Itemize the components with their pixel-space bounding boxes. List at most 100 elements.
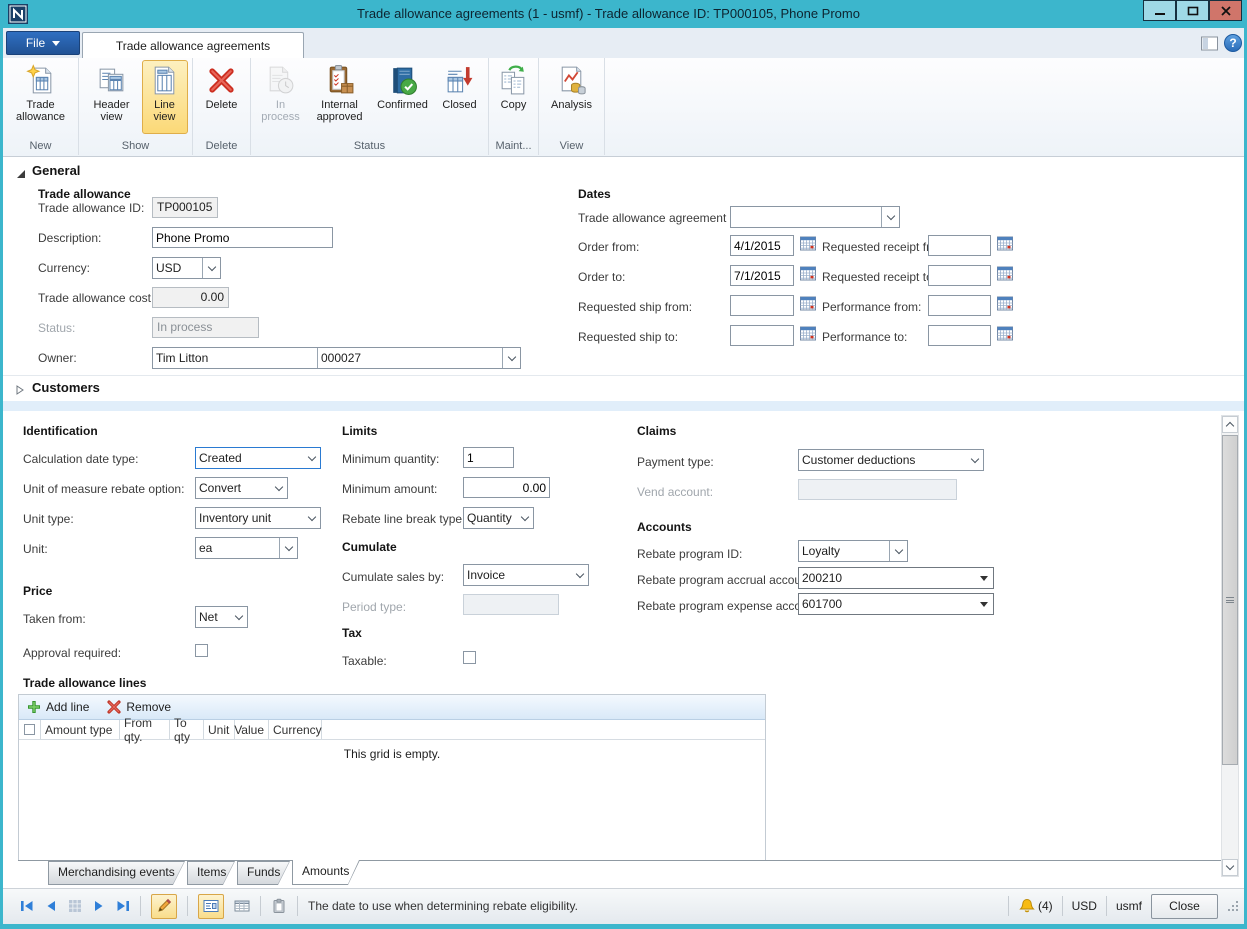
chevron-down-icon[interactable]	[503, 348, 520, 368]
requested-receipt-to-input[interactable]	[928, 265, 991, 286]
agreement-period-select[interactable]	[730, 206, 900, 228]
previous-record-button[interactable]	[44, 899, 58, 913]
line-view-button[interactable]: Line view	[142, 60, 188, 134]
layout-panes-button[interactable]	[1201, 36, 1218, 54]
chevron-down-icon[interactable]	[280, 538, 297, 558]
closed-button[interactable]: Closed	[435, 60, 485, 134]
cumulate-sales-by-select[interactable]: Invoice	[463, 564, 589, 586]
rebate-expense-account-select[interactable]: 601700	[798, 593, 994, 615]
order-from-calendar-icon[interactable]	[800, 236, 817, 252]
minimum-amount-input[interactable]	[463, 477, 550, 498]
requested-receipt-from-input[interactable]	[928, 235, 991, 256]
owner-select[interactable]: Tim Litton 000027	[152, 347, 521, 369]
rebate-line-break-type-select[interactable]: Quantity	[463, 507, 534, 529]
chevron-down-icon[interactable]	[882, 207, 899, 227]
last-record-button[interactable]	[116, 899, 130, 913]
requested-ship-to-input[interactable]	[730, 325, 794, 346]
select-all-checkbox[interactable]	[24, 724, 35, 735]
uom-rebate-option-select[interactable]: Convert	[195, 477, 288, 499]
general-expand-toggle[interactable]	[16, 168, 26, 182]
close-window-button[interactable]	[1209, 0, 1242, 21]
vertical-scrollbar[interactable]	[1221, 415, 1239, 877]
unit-type-select[interactable]: Inventory unit	[195, 507, 321, 529]
general-section-title[interactable]: General	[32, 163, 80, 178]
notifications-bell-button[interactable]: (4)	[1018, 898, 1053, 914]
payment-type-select[interactable]: Customer deductions	[798, 449, 984, 471]
requested-ship-from-calendar-icon[interactable]	[800, 296, 817, 312]
taken-from-select[interactable]: Net	[195, 606, 248, 628]
form-view-button[interactable]	[198, 894, 224, 919]
column-header-to-qty[interactable]: To qty	[170, 720, 204, 739]
calculation-date-type-select[interactable]: Created	[195, 447, 321, 469]
approval-required-checkbox[interactable]	[195, 644, 208, 657]
chevron-down-icon[interactable]	[890, 541, 907, 561]
customers-section-title[interactable]: Customers	[32, 380, 100, 395]
remove-line-button[interactable]: Remove	[107, 700, 171, 714]
currency-select[interactable]: USD	[152, 257, 221, 279]
records-grid-button[interactable]	[68, 899, 82, 913]
chevron-down-icon[interactable]	[516, 508, 533, 528]
grid-view-button[interactable]	[234, 898, 250, 914]
performance-to-calendar-icon[interactable]	[997, 326, 1014, 342]
chevron-down-icon[interactable]	[303, 448, 320, 468]
order-to-calendar-icon[interactable]	[800, 266, 817, 282]
scrollbar-thumb[interactable]	[1222, 435, 1238, 765]
ribbon-group-label: Delete	[193, 140, 250, 152]
customers-expand-toggle[interactable]	[16, 384, 24, 398]
scroll-down-button[interactable]	[1222, 859, 1238, 876]
tab-trade-allowance-agreements[interactable]: Trade allowance agreements	[82, 32, 304, 58]
close-button[interactable]: Close	[1151, 894, 1218, 919]
currency-indicator[interactable]: USD	[1072, 899, 1097, 913]
maximize-button[interactable]	[1176, 0, 1209, 21]
analysis-button[interactable]: Analysis	[543, 60, 601, 134]
ribbon-group-label: Show	[79, 140, 192, 152]
requested-ship-to-calendar-icon[interactable]	[800, 326, 817, 342]
rebate-program-id-select[interactable]: Loyalty	[798, 540, 908, 562]
requested-receipt-to-calendar-icon[interactable]	[997, 266, 1014, 282]
performance-from-input[interactable]	[928, 295, 991, 316]
resize-grip[interactable]	[1227, 900, 1239, 912]
chevron-down-icon[interactable]	[303, 508, 320, 528]
minimum-quantity-input[interactable]	[463, 447, 514, 468]
tab-merchandising-events[interactable]: Merchandising events	[48, 861, 185, 885]
dropdown-arrow-icon[interactable]	[980, 602, 988, 607]
chevron-down-icon[interactable]	[270, 478, 287, 498]
trade-allowance-new-button[interactable]: Trade allowance	[5, 60, 77, 134]
column-header-currency[interactable]: Currency	[269, 720, 322, 739]
chevron-down-icon[interactable]	[230, 607, 247, 627]
tab-amounts[interactable]: Amounts	[292, 860, 360, 885]
copy-button[interactable]: Copy	[491, 60, 537, 134]
performance-from-calendar-icon[interactable]	[997, 296, 1014, 312]
company-indicator[interactable]: usmf	[1116, 899, 1142, 913]
header-view-button[interactable]: Header view	[84, 60, 140, 134]
order-from-input[interactable]	[730, 235, 794, 256]
help-button[interactable]: ?	[1224, 34, 1242, 52]
chevron-down-icon[interactable]	[203, 258, 220, 278]
chevron-down-icon[interactable]	[966, 450, 983, 470]
add-line-button[interactable]: Add line	[27, 700, 89, 714]
order-to-input[interactable]	[730, 265, 794, 286]
clipboard-button[interactable]	[271, 898, 287, 914]
taxable-checkbox[interactable]	[463, 651, 476, 664]
minimize-button[interactable]	[1143, 0, 1176, 21]
rebate-accrual-account-select[interactable]: 200210	[798, 567, 994, 589]
column-header-from-qty[interactable]: From qty.	[120, 720, 170, 739]
dropdown-arrow-icon[interactable]	[980, 576, 988, 581]
description-input[interactable]	[152, 227, 333, 248]
unit-select[interactable]: ea	[195, 537, 298, 559]
first-record-button[interactable]	[20, 899, 34, 913]
requested-ship-from-input[interactable]	[730, 295, 794, 316]
file-menu-button[interactable]: File	[6, 31, 80, 55]
requested-receipt-from-calendar-icon[interactable]	[997, 236, 1014, 252]
column-header-value[interactable]: Value	[235, 720, 269, 739]
column-header-unit[interactable]: Unit	[204, 720, 235, 739]
edit-mode-button[interactable]	[151, 894, 177, 919]
next-record-button[interactable]	[92, 899, 106, 913]
scroll-up-button[interactable]	[1222, 416, 1238, 433]
chevron-down-icon[interactable]	[571, 565, 588, 585]
performance-to-input[interactable]	[928, 325, 991, 346]
delete-button[interactable]: Delete	[197, 60, 247, 134]
internal-approved-button[interactable]: Internal approved	[309, 60, 371, 134]
confirmed-button[interactable]: Confirmed	[373, 60, 433, 134]
column-header-amount-type[interactable]: Amount type	[41, 720, 120, 739]
